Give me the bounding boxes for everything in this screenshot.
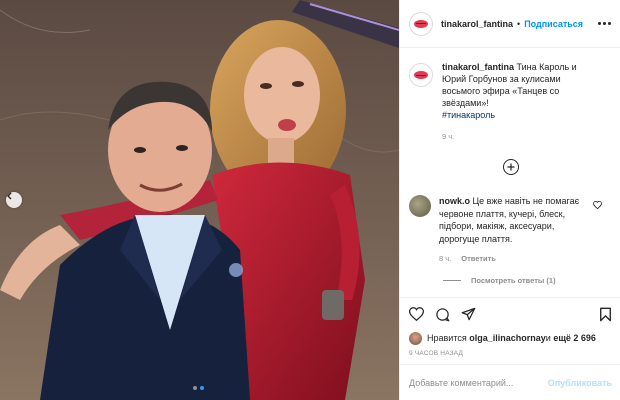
comments-section[interactable]: tinakarol_fantina Тина Кароль и Юрий Гор… xyxy=(400,49,620,297)
liker-username[interactable]: olga_ilinachornay xyxy=(469,333,546,343)
action-bar xyxy=(400,298,620,330)
comment-input[interactable] xyxy=(409,377,544,388)
post-header: tinakarol_fantina • Подписаться xyxy=(400,0,620,48)
post-side-panel: tinakarol_fantina • Подписаться tinakaro… xyxy=(399,0,620,400)
follow-button[interactable]: Подписаться xyxy=(524,19,583,29)
heart-icon[interactable] xyxy=(409,307,424,321)
likes-summary: Нравится olga_ilinachornay и ещё 2 696 xyxy=(400,330,620,346)
caption-author[interactable]: tinakarol_fantina xyxy=(442,62,514,72)
caption-time: 9 ч. xyxy=(442,132,455,141)
view-replies-button[interactable]: Посмотреть ответы (1) xyxy=(443,276,556,285)
header-separator: • xyxy=(517,18,521,29)
comment-item: nowk.o Це вже навіть не помагає червоне … xyxy=(409,195,614,266)
publish-button[interactable]: Опубликовать xyxy=(548,378,612,388)
plus-circle-icon xyxy=(507,163,515,171)
author-avatar[interactable] xyxy=(409,11,433,36)
likes-prefix: Нравится xyxy=(427,333,467,343)
comment-author[interactable]: nowk.o xyxy=(439,196,470,206)
carousel-indicator xyxy=(193,386,204,390)
replies-divider xyxy=(443,280,461,281)
chevron-left-icon xyxy=(7,192,12,200)
author-username[interactable]: tinakarol_fantina xyxy=(441,19,513,29)
comment-meta: 8 ч. Ответить xyxy=(439,253,591,266)
likes-count[interactable]: ещё 2 696 xyxy=(553,333,596,343)
comment-body: nowk.o Це вже навіть не помагає червоне … xyxy=(439,195,591,266)
instagram-post-modal: tinakarol_fantina • Подписаться tinakaro… xyxy=(0,0,620,400)
lips-logo-icon xyxy=(414,19,428,28)
commenter-avatar[interactable] xyxy=(409,195,431,217)
lips-logo-icon xyxy=(414,71,428,79)
liker-avatar[interactable] xyxy=(409,331,422,345)
heart-outline-icon[interactable] xyxy=(593,200,602,211)
comment-icon[interactable] xyxy=(435,307,450,322)
photo-illustration xyxy=(0,0,399,400)
bookmark-icon[interactable] xyxy=(599,307,612,322)
post-caption: tinakarol_fantina Тина Кароль и Юрий Гор… xyxy=(400,49,620,143)
reply-button[interactable]: Ответить xyxy=(461,253,496,266)
more-horizontal-icon[interactable] xyxy=(598,18,611,29)
share-icon[interactable] xyxy=(461,307,476,321)
likes-middle: и xyxy=(545,333,551,343)
carousel-dot-active xyxy=(200,386,204,390)
caption-avatar[interactable] xyxy=(409,63,433,87)
add-comment-bar: Опубликовать xyxy=(400,364,620,400)
post-photo[interactable] xyxy=(0,0,399,400)
load-more-comments-button[interactable] xyxy=(503,159,519,175)
caption-text: tinakarol_fantina Тина Кароль и Юрий Гор… xyxy=(442,61,592,143)
post-actions-section: Нравится olga_ilinachornay и ещё 2 696 9… xyxy=(400,297,620,357)
carousel-dot xyxy=(193,386,197,390)
post-timestamp: 9 ЧАСОВ НАЗАД xyxy=(409,350,464,357)
view-replies-label: Посмотреть ответы (1) xyxy=(471,276,556,285)
caption-hashtag[interactable]: #тинакароль xyxy=(442,109,592,121)
comment-time: 8 ч. xyxy=(439,254,452,263)
previous-photo-button[interactable] xyxy=(6,192,22,208)
